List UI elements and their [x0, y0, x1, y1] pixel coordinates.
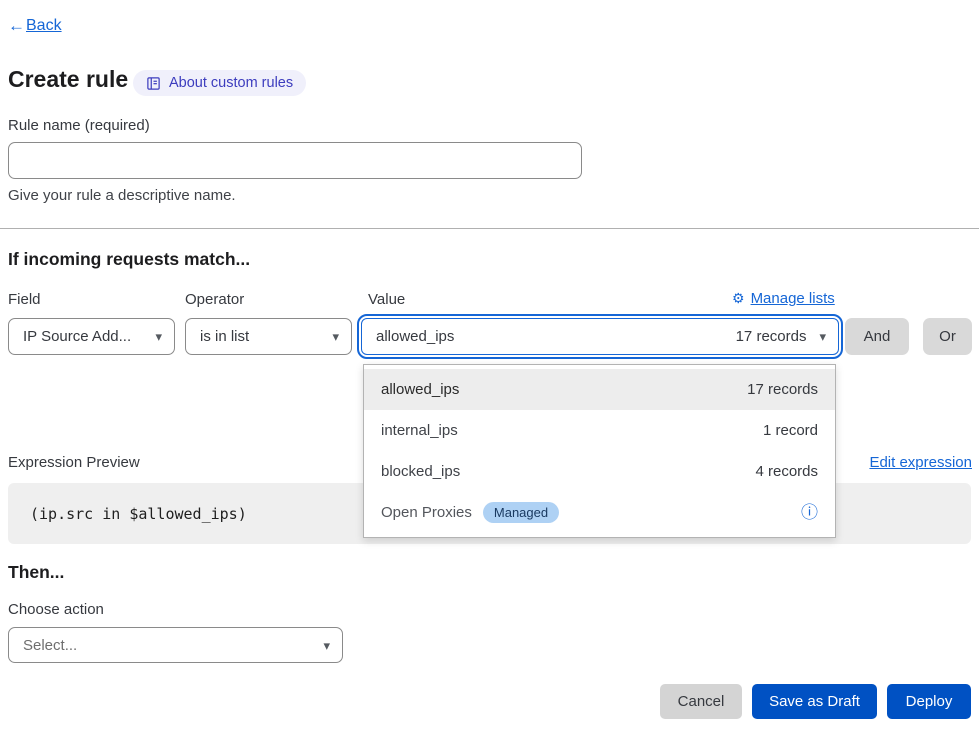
chevron-down-icon: ▾: [332, 330, 339, 343]
book-icon: [146, 76, 161, 91]
chevron-down-icon: ▾: [155, 330, 162, 343]
list-name: Open Proxies: [381, 504, 472, 521]
about-custom-rules-link[interactable]: About custom rules: [133, 70, 306, 96]
rule-name-label: Rule name (required): [8, 117, 150, 134]
operator-label: Operator: [185, 291, 244, 308]
choose-action-label: Choose action: [8, 601, 104, 618]
operator-select[interactable]: is in list ▾: [185, 318, 352, 355]
info-icon[interactable]: ⓘ: [801, 504, 818, 521]
page-title: Create rule: [8, 66, 128, 93]
value-select[interactable]: allowed_ips 17 records ▾: [361, 318, 839, 355]
rule-name-input[interactable]: [8, 142, 582, 179]
chevron-down-icon: ▾: [819, 330, 826, 343]
cancel-button[interactable]: Cancel: [660, 684, 742, 719]
then-section-heading: Then...: [8, 562, 64, 583]
field-label: Field: [8, 291, 41, 308]
list-record-count: 4 records: [755, 463, 818, 480]
section-divider: [0, 228, 979, 229]
value-select-records: 17 records: [736, 328, 807, 345]
value-label: Value: [368, 291, 405, 308]
value-dropdown-panel: allowed_ips 17 records internal_ips 1 re…: [363, 364, 836, 538]
match-section-heading: If incoming requests match...: [8, 249, 250, 270]
list-name: allowed_ips: [381, 381, 459, 398]
value-select-value: allowed_ips: [376, 328, 454, 345]
or-button[interactable]: Or: [923, 318, 972, 355]
dropdown-option-open-proxies[interactable]: Open Proxies Managed ⓘ: [364, 492, 835, 533]
edit-expression-link[interactable]: Edit expression: [869, 454, 972, 471]
chevron-down-icon: ▾: [323, 639, 330, 652]
action-select-placeholder: Select...: [23, 637, 77, 654]
list-name: blocked_ips: [381, 463, 460, 480]
back-label: Back: [26, 17, 62, 35]
deploy-button[interactable]: Deploy: [887, 684, 971, 719]
save-as-draft-button[interactable]: Save as Draft: [752, 684, 877, 719]
rule-name-helper: Give your rule a descriptive name.: [8, 187, 236, 204]
action-select[interactable]: Select... ▾: [8, 627, 343, 663]
list-record-count: 1 record: [763, 422, 818, 439]
dropdown-option-blocked-ips[interactable]: blocked_ips 4 records: [364, 451, 835, 492]
list-record-count: 17 records: [747, 381, 818, 398]
back-arrow-icon: ←: [8, 16, 25, 36]
list-name: internal_ips: [381, 422, 458, 439]
dropdown-option-internal-ips[interactable]: internal_ips 1 record: [364, 410, 835, 451]
create-rule-page: ← Back Create rule About custom rules Ru…: [0, 0, 979, 739]
field-select-value: IP Source Add...: [23, 328, 131, 345]
manage-lists-link[interactable]: ⚙ Manage lists: [732, 290, 835, 307]
operator-select-value: is in list: [200, 328, 249, 345]
dropdown-option-allowed-ips[interactable]: allowed_ips 17 records: [364, 369, 835, 410]
back-link[interactable]: ← Back: [8, 16, 62, 36]
about-custom-rules-label: About custom rules: [169, 75, 293, 91]
gear-icon: ⚙: [732, 290, 745, 307]
manage-lists-label: Manage lists: [751, 290, 835, 307]
field-select[interactable]: IP Source Add... ▾: [8, 318, 175, 355]
and-button[interactable]: And: [845, 318, 909, 355]
expression-code: (ip.src in $allowed_ips): [30, 505, 247, 523]
expression-preview-label: Expression Preview: [8, 454, 140, 471]
managed-badge: Managed: [483, 502, 559, 523]
